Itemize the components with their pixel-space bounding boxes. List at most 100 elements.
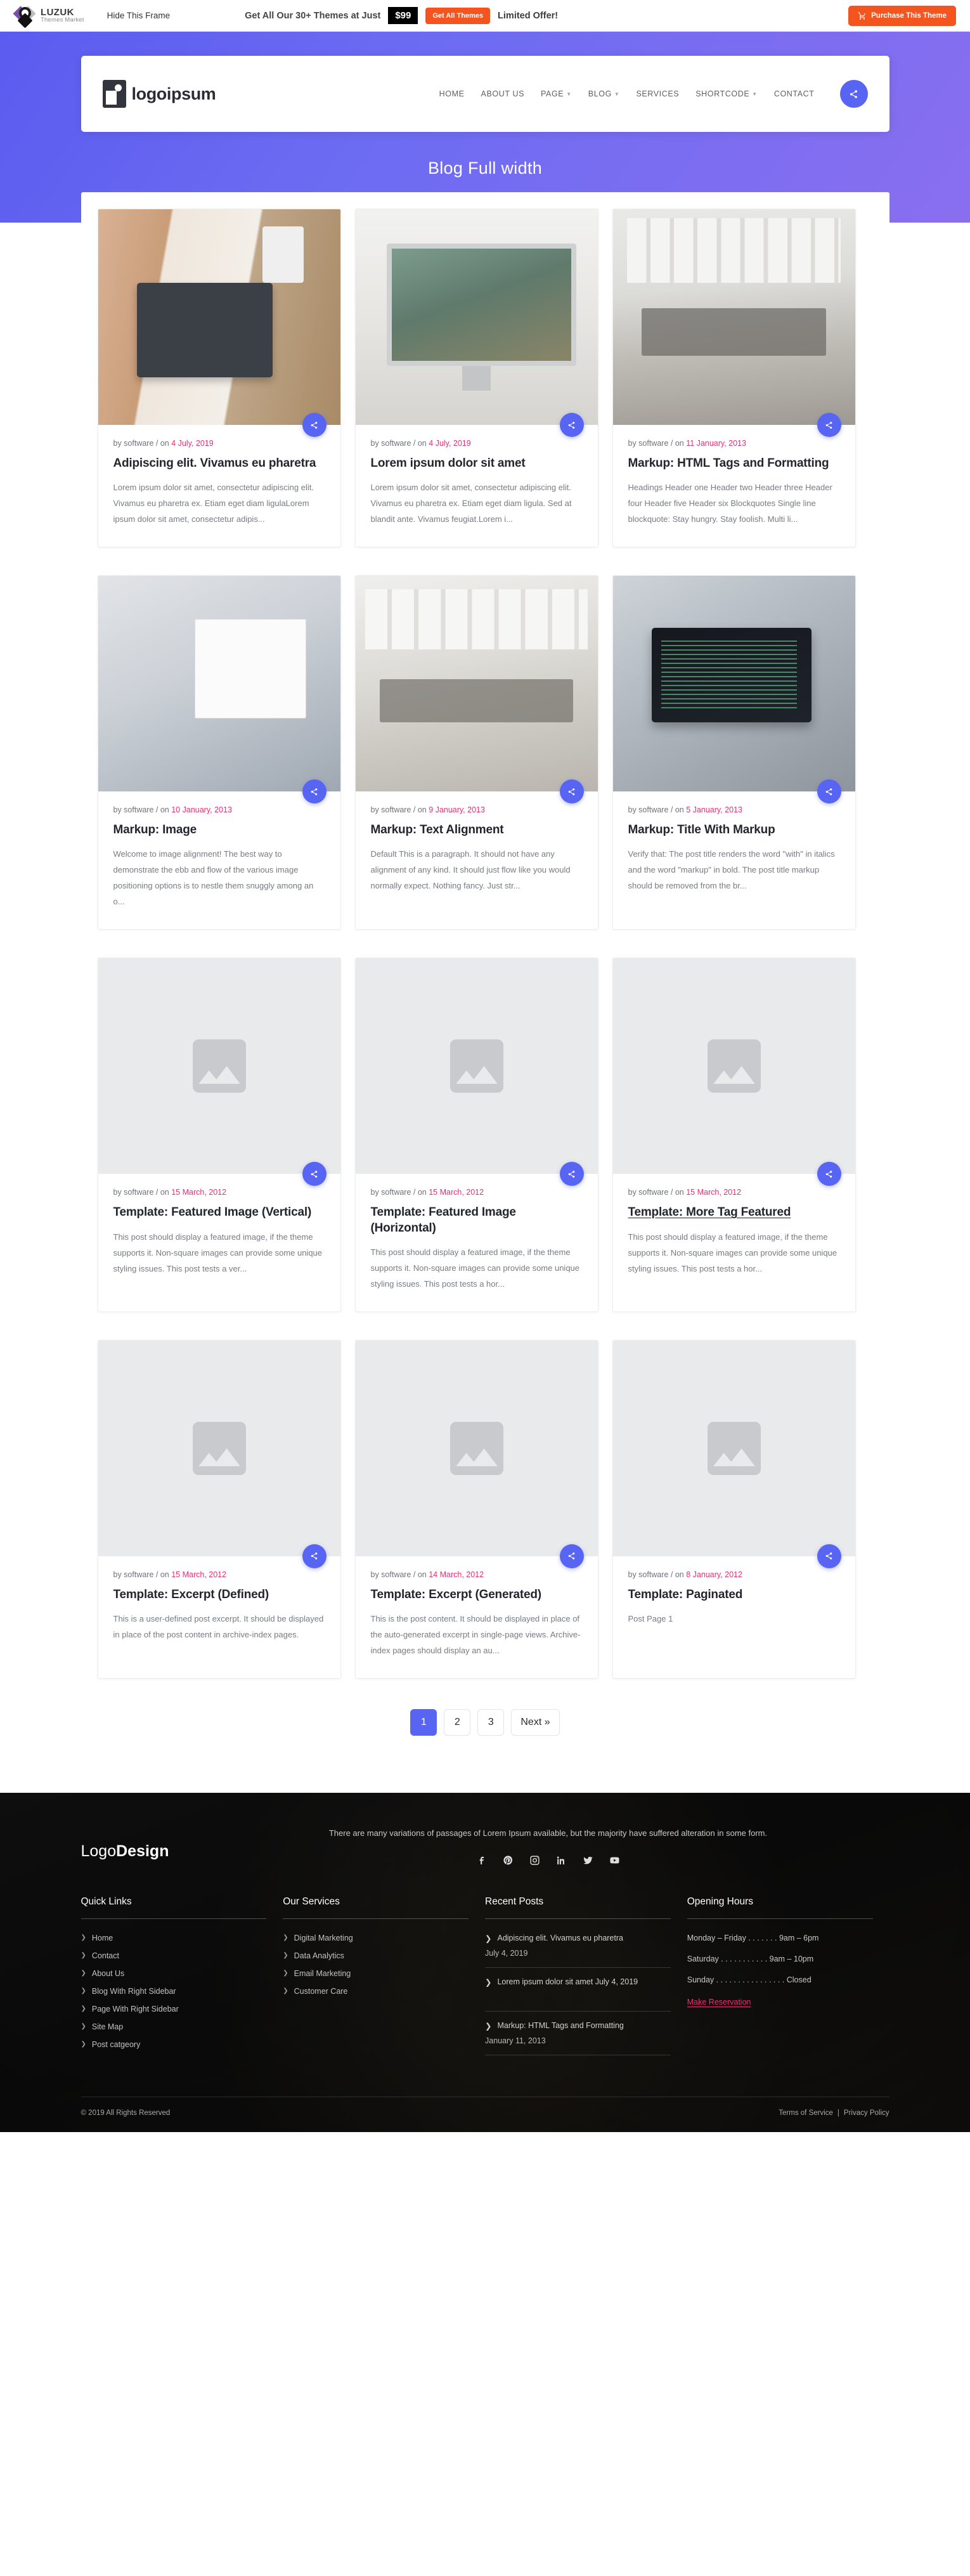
footer-quick-link[interactable]: ❯ Blog With Right Sidebar <box>81 1987 267 1996</box>
footer-quick-link[interactable]: ❯ Contact <box>81 1951 267 1960</box>
get-all-themes-button[interactable]: Get All Themes <box>425 7 491 24</box>
post-thumbnail[interactable] <box>355 958 598 1174</box>
pinterest-icon[interactable] <box>501 1854 514 1867</box>
post-title[interactable]: Template: Paginated <box>628 1587 840 1603</box>
footer-quick-link[interactable]: ❯ Site Map <box>81 2022 267 2031</box>
post-share-button[interactable] <box>302 1162 327 1187</box>
post-title[interactable]: Markup: Text Alignment <box>371 823 583 838</box>
post-card[interactable]: by software / on 15 March, 2012 Template:… <box>354 958 598 1312</box>
post-card[interactable]: by software / on 11 January, 2013 Markup:… <box>612 209 856 548</box>
nav-item-contact[interactable]: CONTACT <box>774 89 815 98</box>
post-share-button[interactable] <box>559 1162 584 1187</box>
post-card[interactable]: by software / on 15 March, 2012 Template:… <box>97 958 341 1312</box>
post-share-button[interactable] <box>559 413 584 437</box>
link-label: Customer Care <box>294 1986 348 1996</box>
youtube-icon[interactable] <box>608 1854 621 1867</box>
post-card[interactable]: by software / on 10 January, 2013 Markup:… <box>97 575 341 930</box>
nav-item-shortcode[interactable]: SHORTCODE ▼ <box>695 89 758 98</box>
footer-logo[interactable]: LogoDesign <box>81 1828 169 1861</box>
post-card[interactable]: by software / on 15 March, 2012 Template:… <box>612 958 856 1312</box>
footer-quick-link[interactable]: ❯ Page With Right Sidebar <box>81 2005 267 2013</box>
post-title[interactable]: Template: More Tag Featured <box>628 1205 840 1220</box>
post-card[interactable]: by software / on 15 March, 2012 Template:… <box>97 1339 341 1679</box>
post-thumbnail[interactable] <box>612 958 855 1174</box>
footer-recent-post[interactable]: ❯ Lorem ipsum dolor sit amet July 4, 2019 <box>485 1977 671 2012</box>
footer-service-link[interactable]: ❯ Digital Marketing <box>283 1934 469 1942</box>
header-share-button[interactable] <box>839 80 868 108</box>
footer-service-link[interactable]: ❯ Customer Care <box>283 1987 469 1996</box>
twitter-icon[interactable] <box>581 1854 594 1867</box>
post-thumbnail[interactable] <box>612 576 855 792</box>
post-title[interactable]: Lorem ipsum dolor sit amet <box>371 456 583 471</box>
image-placeholder <box>355 1340 598 1556</box>
post-share-button[interactable] <box>302 1544 327 1568</box>
footer-tagline-block: There are many variations of passages of… <box>207 1828 889 1867</box>
post-thumbnail[interactable] <box>612 209 855 425</box>
instagram-icon[interactable] <box>528 1854 541 1867</box>
footer-service-link[interactable]: ❯ Email Marketing <box>283 1969 469 1978</box>
footer-recent-post[interactable]: ❯ Markup: HTML Tags and Formatting January… <box>485 2021 671 2055</box>
post-title[interactable]: Markup: Title With Markup <box>628 823 840 838</box>
footer-quick-link[interactable]: ❯ Post catgeory <box>81 2040 267 2049</box>
post-date: 5 January, 2013 <box>686 805 742 815</box>
post-share-button[interactable] <box>817 779 841 804</box>
link-label: About Us <box>91 1968 125 1978</box>
pagination-page-next[interactable]: Next » <box>511 1708 560 1736</box>
post-card[interactable]: by software / on 9 January, 2013 Markup: … <box>354 575 598 930</box>
footer-recent-title: Recent Posts <box>485 1896 544 1907</box>
pagination-page-2[interactable]: 2 <box>444 1708 471 1736</box>
post-thumbnail[interactable] <box>98 958 340 1174</box>
linkedin-icon[interactable] <box>555 1854 567 1867</box>
terms-of-service-link[interactable]: Terms of Service <box>779 2109 833 2117</box>
post-share-button[interactable] <box>817 1544 841 1568</box>
nav-item-page[interactable]: PAGE ▼ <box>541 89 572 98</box>
post-title[interactable]: Template: Featured Image (Vertical) <box>113 1205 325 1220</box>
site-logo[interactable]: logoipsum <box>102 80 216 108</box>
post-author: by software / on <box>113 439 172 448</box>
post-thumbnail[interactable] <box>355 209 598 425</box>
image-placeholder <box>612 1340 855 1556</box>
post-card[interactable]: by software / on 8 January, 2012 Template… <box>612 1339 856 1679</box>
post-thumbnail[interactable] <box>355 1340 598 1556</box>
post-title[interactable]: Template: Excerpt (Generated) <box>371 1587 583 1603</box>
nav-item-home[interactable]: HOME <box>439 89 465 98</box>
footer-service-link[interactable]: ❯ Data Analytics <box>283 1951 469 1960</box>
post-share-button[interactable] <box>817 413 841 437</box>
privacy-policy-link[interactable]: Privacy Policy <box>844 2109 889 2117</box>
nav-item-services[interactable]: SERVICES <box>636 89 679 98</box>
post-title[interactable]: Markup: Image <box>113 823 325 838</box>
facebook-icon[interactable] <box>475 1854 488 1867</box>
pagination-page-1[interactable]: 1 <box>410 1708 437 1736</box>
post-card[interactable]: by software / on 5 January, 2013 Markup: … <box>612 575 856 930</box>
post-share-button[interactable] <box>817 1162 841 1187</box>
footer-quick-link[interactable]: ❯ About Us <box>81 1969 267 1978</box>
post-share-button[interactable] <box>302 779 327 804</box>
post-title[interactable]: Template: Featured Image (Horizontal) <box>371 1205 583 1236</box>
post-thumbnail[interactable] <box>612 1340 855 1556</box>
luzuk-logo[interactable]: LUZUK Themes Market <box>13 5 84 29</box>
nav-item-about-us[interactable]: ABOUT US <box>481 89 524 98</box>
post-thumbnail[interactable] <box>98 1340 340 1556</box>
hide-this-frame-link[interactable]: Hide This Frame <box>107 11 171 20</box>
post-thumbnail[interactable] <box>98 576 340 792</box>
post-share-button[interactable] <box>302 413 327 437</box>
post-share-button[interactable] <box>559 1544 584 1568</box>
post-thumbnail[interactable] <box>98 209 340 425</box>
purchase-theme-button[interactable]: Purchase This Theme <box>848 5 956 26</box>
nav-item-blog[interactable]: BLOG ▼ <box>588 89 620 98</box>
post-thumbnail[interactable] <box>355 576 598 792</box>
logoipsum-mark-icon <box>102 80 126 108</box>
post-share-button[interactable] <box>559 779 584 804</box>
post-card[interactable]: by software / on 4 July, 2019 Lorem ipsum… <box>354 209 598 548</box>
post-card[interactable]: by software / on 14 March, 2012 Template:… <box>354 1339 598 1679</box>
post-card[interactable]: by software / on 4 July, 2019 Adipiscing … <box>97 209 341 548</box>
footer-recent-post[interactable]: ❯ Adipiscing elit. Vivamus eu pharetra Jul… <box>485 1934 671 1968</box>
post-title[interactable]: Adipiscing elit. Vivamus eu pharetra <box>113 456 325 471</box>
make-reservation-link[interactable]: Make Reservation <box>687 1998 751 2007</box>
footer-quick-link[interactable]: ❯ Home <box>81 1934 267 1942</box>
post-title[interactable]: Markup: HTML Tags and Formatting <box>628 456 840 471</box>
post-title[interactable]: Template: Excerpt (Defined) <box>113 1587 325 1603</box>
recent-post-date: July 4, 2019 <box>485 1948 528 1958</box>
pagination-page-3[interactable]: 3 <box>477 1708 505 1736</box>
chevron-right-icon: ❯ <box>81 2005 86 2012</box>
